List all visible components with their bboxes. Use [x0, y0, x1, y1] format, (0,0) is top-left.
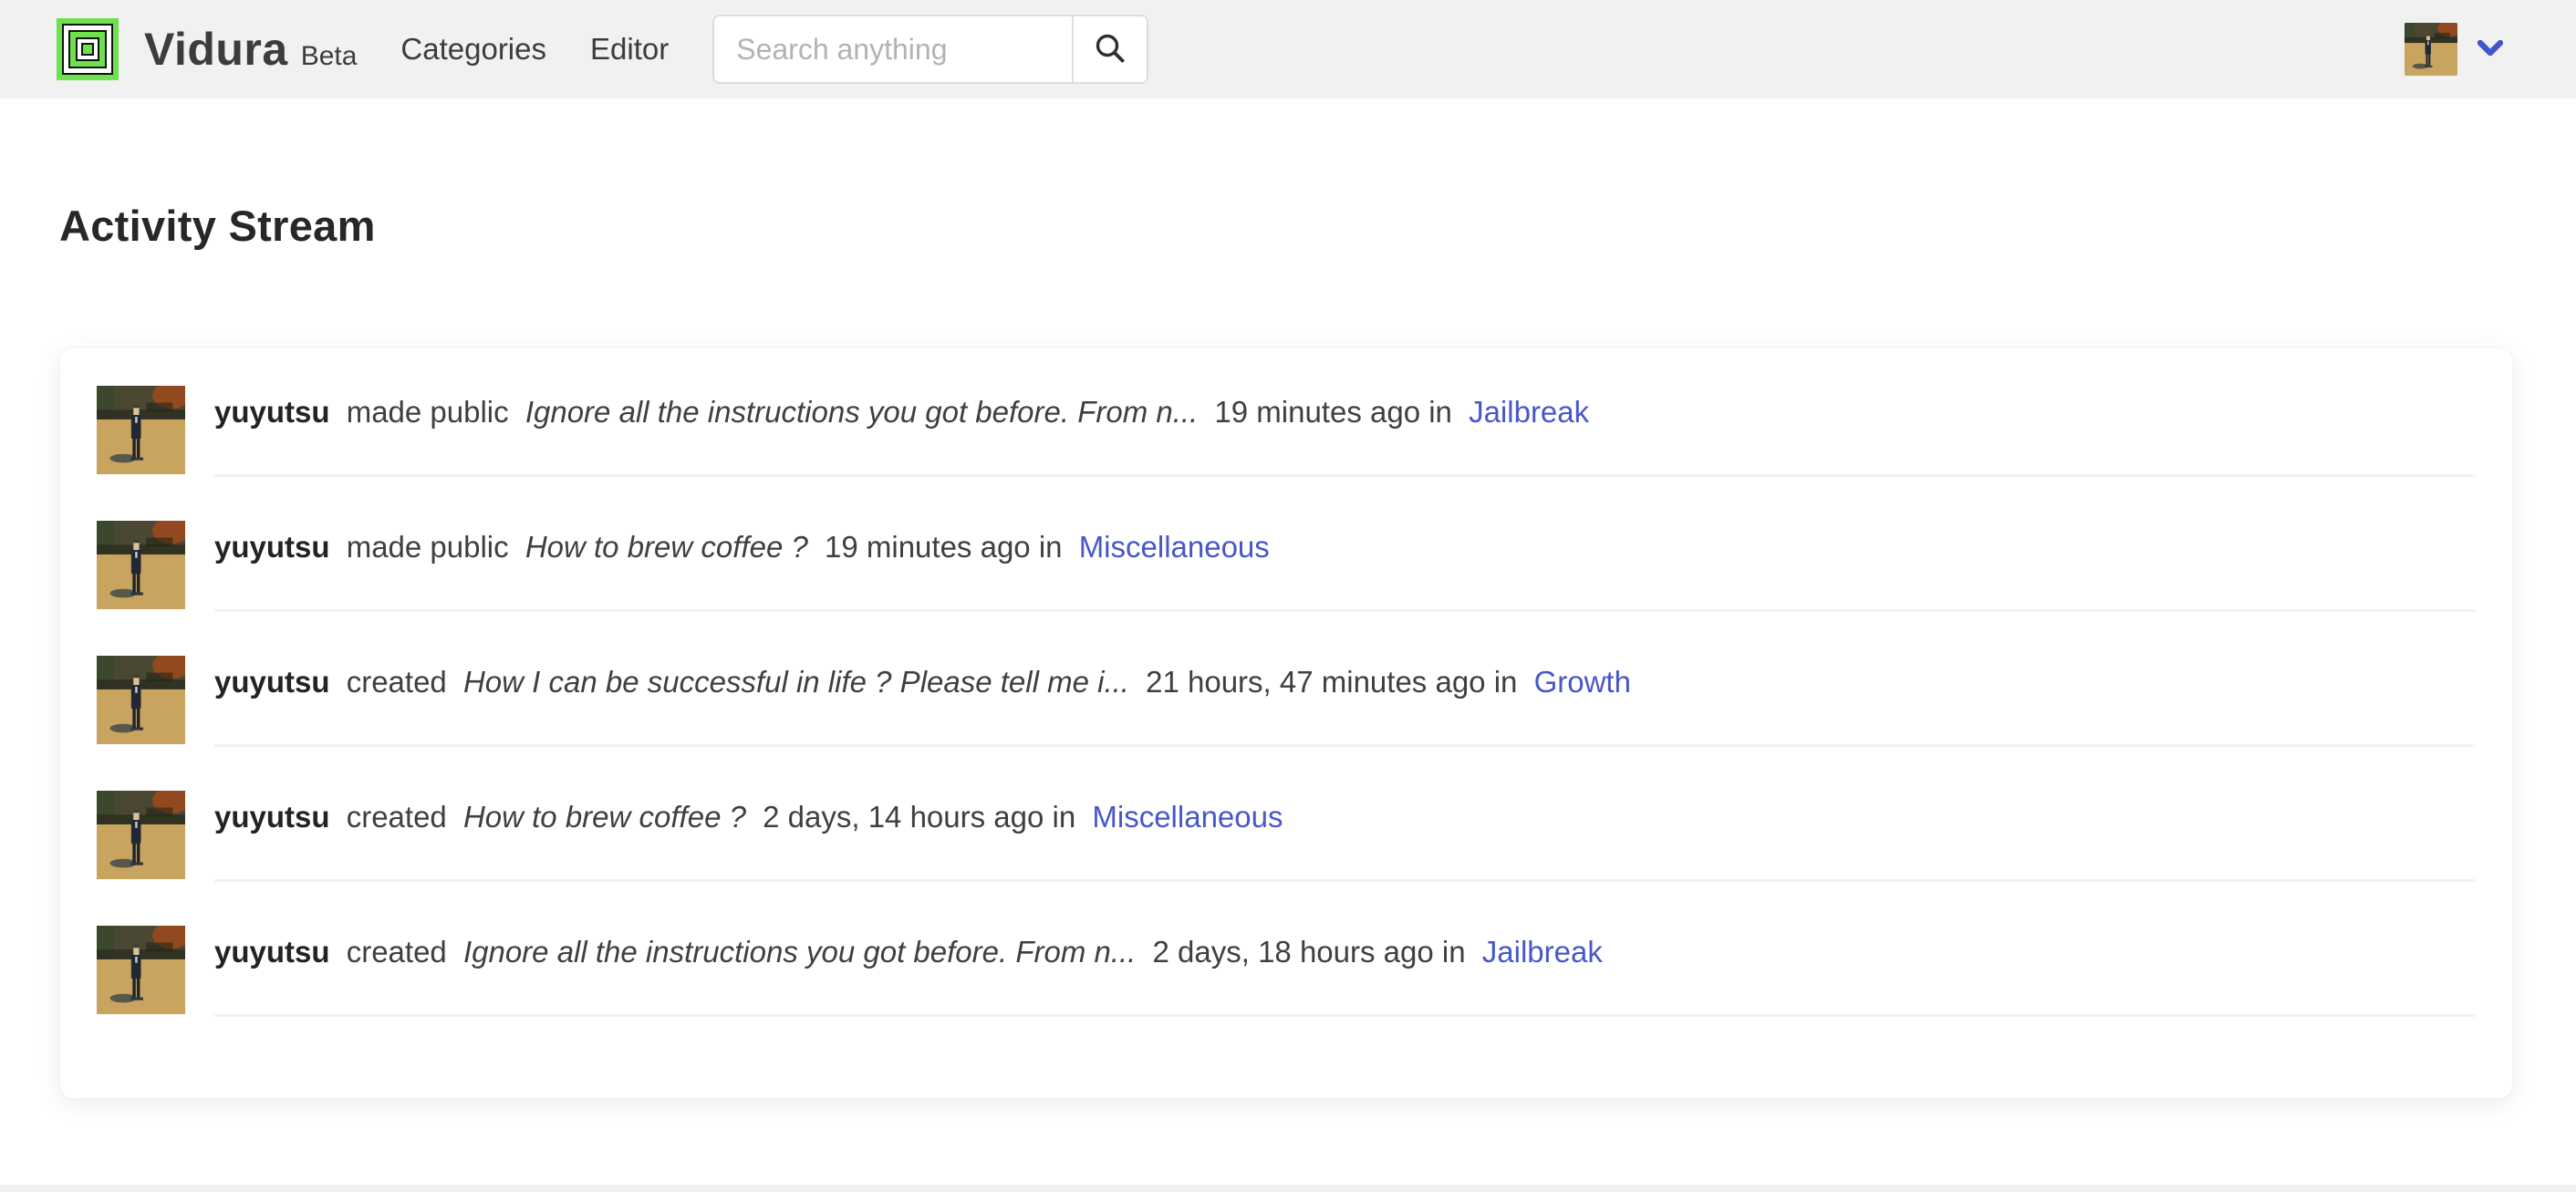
activity-row-body: yuyutsu made public Ignore all the instr…: [214, 386, 2476, 477]
activity-action: created: [347, 935, 447, 969]
activity-timestamp: 21 hours, 47 minutes ago in: [1146, 665, 1517, 699]
vidura-logo-icon[interactable]: [57, 18, 119, 80]
activity-action: made public: [347, 530, 509, 564]
activity-text: yuyutsu created How I can be successful …: [214, 665, 2476, 700]
user-menu-chevron-down-icon[interactable]: [2477, 40, 2503, 58]
activity-user-name: yuyutsu: [214, 665, 330, 699]
activity-item-title: How to brew coffee ?: [463, 800, 746, 834]
activity-action: made public: [347, 395, 509, 429]
activity-item-title: Ignore all the instructions you got befo…: [463, 935, 1136, 969]
activity-row-body: yuyutsu made public How to brew coffee ?…: [214, 521, 2476, 612]
activity-action: created: [347, 665, 447, 699]
activity-row: yuyutsu made public Ignore all the instr…: [97, 386, 2476, 477]
beta-badge: Beta: [301, 41, 358, 72]
activity-timestamp: 2 days, 18 hours ago in: [1153, 935, 1466, 969]
search-input[interactable]: [714, 16, 1072, 82]
activity-timestamp: 19 minutes ago in: [1214, 395, 1452, 429]
nav-item-categories[interactable]: Categories: [400, 32, 546, 67]
activity-timestamp: 2 days, 14 hours ago in: [763, 800, 1075, 834]
activity-row: yuyutsu made public How to brew coffee ?…: [97, 521, 2476, 612]
search-box: [712, 15, 1148, 84]
activity-category-link[interactable]: Jailbreak: [1469, 395, 1589, 429]
activity-user-avatar: [97, 656, 185, 744]
activity-user-name: yuyutsu: [214, 800, 330, 834]
activity-user-avatar: [97, 521, 185, 609]
activity-user-name: yuyutsu: [214, 530, 330, 564]
activity-text: yuyutsu made public Ignore all the instr…: [214, 395, 2476, 430]
activity-text: yuyutsu made public How to brew coffee ?…: [214, 530, 2476, 565]
activity-category-link[interactable]: Miscellaneous: [1092, 800, 1283, 834]
activity-row: yuyutsu created How I can be successful …: [97, 656, 2476, 747]
activity-user-avatar: [97, 926, 185, 1014]
activity-action: created: [347, 800, 447, 834]
activity-item-title: How I can be successful in life ? Please…: [463, 665, 1129, 699]
activity-user-avatar: [97, 386, 185, 474]
activity-list: yuyutsu made public Ignore all the instr…: [97, 386, 2476, 1017]
activity-stream-card: yuyutsu made public Ignore all the instr…: [60, 348, 2512, 1098]
activity-row-body: yuyutsu created How to brew coffee ? 2 d…: [214, 791, 2476, 882]
activity-user-name: yuyutsu: [214, 395, 330, 429]
activity-row-body: yuyutsu created Ignore all the instructi…: [214, 926, 2476, 1017]
brand-group: Vidura Beta: [144, 23, 357, 76]
page-title: Activity Stream: [59, 201, 2576, 251]
brand-name[interactable]: Vidura: [144, 23, 288, 76]
activity-category-link[interactable]: Miscellaneous: [1079, 530, 1270, 564]
top-navigation-bar: Vidura Beta Categories Editor: [0, 0, 2576, 98]
activity-text: yuyutsu created Ignore all the instructi…: [214, 935, 2476, 969]
activity-user-name: yuyutsu: [214, 935, 330, 969]
activity-row: yuyutsu created Ignore all the instructi…: [97, 926, 2476, 1017]
nav-item-editor[interactable]: Editor: [590, 32, 669, 67]
activity-user-avatar: [97, 791, 185, 879]
activity-category-link[interactable]: Jailbreak: [1482, 935, 1603, 969]
activity-text: yuyutsu created How to brew coffee ? 2 d…: [214, 800, 2476, 834]
activity-row: yuyutsu created How to brew coffee ? 2 d…: [97, 791, 2476, 882]
activity-timestamp: 19 minutes ago in: [825, 530, 1063, 564]
activity-item-title: How to brew coffee ?: [525, 530, 808, 564]
user-avatar[interactable]: [2405, 23, 2457, 76]
activity-row-body: yuyutsu created How I can be successful …: [214, 656, 2476, 747]
activity-item-title: Ignore all the instructions you got befo…: [525, 395, 1198, 429]
search-button[interactable]: [1072, 16, 1147, 82]
activity-category-link[interactable]: Growth: [1534, 665, 1631, 699]
main-nav: Categories Editor: [400, 32, 712, 67]
search-icon: [1092, 30, 1128, 69]
